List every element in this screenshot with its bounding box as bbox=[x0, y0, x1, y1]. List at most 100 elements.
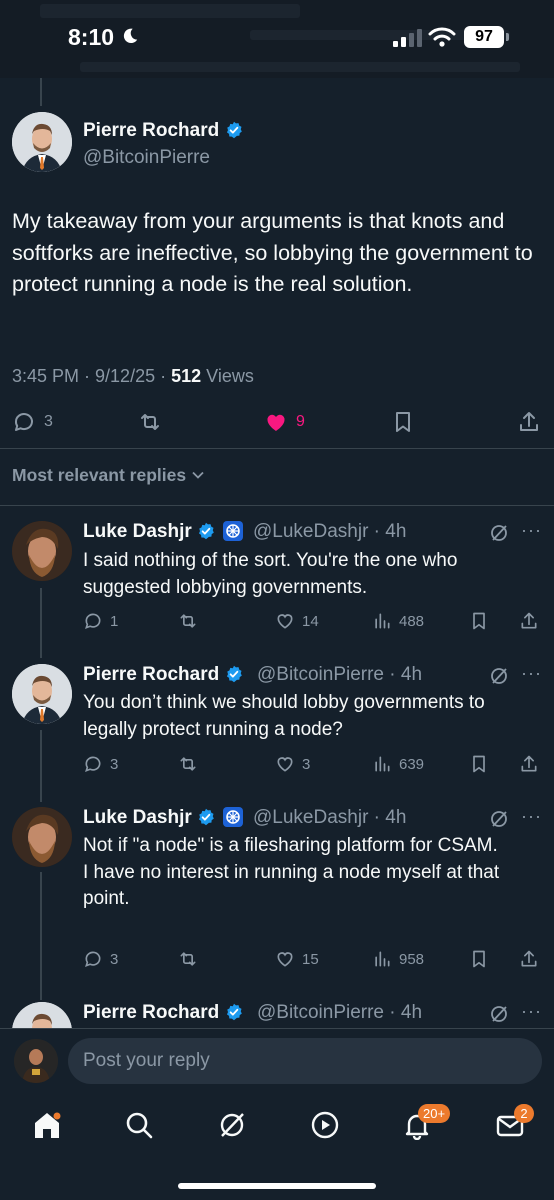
reply-count: 3 bbox=[110, 950, 119, 968]
reply-author-handle[interactable]: @BitcoinPierre · 4h bbox=[257, 1002, 422, 1024]
share-button[interactable] bbox=[519, 754, 539, 774]
reply-author-name-text: Pierre Rochard bbox=[83, 664, 220, 685]
reply-composer: Post your reply bbox=[0, 1028, 554, 1092]
affiliate-badge-icon[interactable] bbox=[223, 807, 244, 827]
thread-connector bbox=[40, 588, 42, 658]
bookmark-icon bbox=[396, 412, 410, 432]
affiliate-badge-icon[interactable] bbox=[223, 521, 244, 541]
more-options-icon[interactable]: ··· bbox=[521, 1001, 542, 1022]
like-button[interactable]: 9 bbox=[264, 410, 305, 434]
repost-button[interactable] bbox=[178, 754, 198, 774]
reply-count: 1 bbox=[110, 612, 119, 630]
more-options-icon[interactable]: ··· bbox=[521, 806, 542, 827]
status-time: 8:10 bbox=[68, 24, 115, 50]
home-icon[interactable] bbox=[32, 1110, 62, 1140]
reply-author-handle[interactable]: @LukeDashjr · 4h bbox=[253, 521, 406, 543]
author-handle[interactable]: @BitcoinPierre bbox=[83, 147, 210, 169]
thread-connector bbox=[40, 78, 42, 106]
like-count: 14 bbox=[302, 612, 319, 630]
like-count: 3 bbox=[302, 755, 311, 773]
tweet-text: My takeaway from your arguments is that … bbox=[12, 209, 533, 296]
like-button[interactable]: 15 bbox=[275, 949, 319, 969]
reply-author-handle[interactable]: @LukeDashjr · 4h bbox=[253, 807, 406, 829]
share-icon bbox=[520, 412, 538, 431]
share-icon bbox=[521, 612, 537, 629]
reply-text: Not if "a node" is a filesharing platfor… bbox=[83, 833, 538, 913]
like-button[interactable]: 3 bbox=[275, 754, 310, 774]
repost-icon bbox=[141, 414, 159, 430]
reply-icon bbox=[85, 756, 101, 773]
video-icon[interactable] bbox=[310, 1110, 340, 1140]
grok-icon[interactable] bbox=[489, 523, 509, 543]
chevron-down-icon bbox=[192, 471, 204, 479]
repost-icon bbox=[180, 757, 196, 771]
avatar[interactable] bbox=[12, 112, 72, 172]
repost-button[interactable] bbox=[178, 611, 198, 631]
share-icon bbox=[521, 755, 537, 772]
views-button[interactable]: 958 bbox=[372, 949, 424, 969]
verified-badge-icon bbox=[198, 522, 214, 540]
reply-author-name[interactable]: Pierre Rochard bbox=[83, 664, 243, 686]
reply-author-name[interactable]: Pierre Rochard bbox=[83, 1002, 243, 1024]
grok-icon[interactable] bbox=[489, 809, 509, 829]
search-icon[interactable] bbox=[124, 1110, 154, 1140]
avatar[interactable] bbox=[12, 807, 72, 867]
reply-count: 3 bbox=[44, 413, 53, 430]
share-button[interactable] bbox=[517, 410, 541, 434]
more-options-icon[interactable]: ··· bbox=[521, 520, 542, 541]
more-options-icon[interactable]: ··· bbox=[521, 663, 542, 684]
verified-badge-icon bbox=[226, 665, 242, 683]
reply-button[interactable]: 3 bbox=[12, 410, 53, 434]
share-button[interactable] bbox=[519, 949, 539, 969]
my-avatar[interactable] bbox=[14, 1039, 58, 1083]
verified-badge-icon bbox=[226, 121, 242, 139]
grok-icon[interactable] bbox=[489, 1004, 509, 1024]
avatar[interactable] bbox=[12, 521, 72, 581]
divider bbox=[0, 505, 554, 506]
grok-icon[interactable] bbox=[489, 666, 509, 686]
bookmark-button[interactable] bbox=[391, 410, 415, 434]
like-count: 15 bbox=[302, 950, 319, 968]
reply-author-name-text: Pierre Rochard bbox=[83, 1002, 220, 1023]
views-button[interactable]: 639 bbox=[372, 754, 424, 774]
moon-icon bbox=[123, 28, 138, 44]
share-button[interactable] bbox=[519, 611, 539, 631]
bookmark-button[interactable] bbox=[469, 611, 489, 631]
battery-tip bbox=[506, 33, 509, 41]
reply-input[interactable]: Post your reply bbox=[68, 1038, 542, 1084]
repost-button[interactable] bbox=[178, 949, 198, 969]
bookmark-icon bbox=[473, 950, 485, 968]
thread-connector bbox=[40, 872, 42, 1000]
reply-count: 3 bbox=[110, 755, 119, 773]
reply-author-handle[interactable]: @BitcoinPierre · 4h bbox=[257, 664, 422, 686]
wifi-icon bbox=[428, 27, 456, 47]
repost-icon bbox=[180, 614, 196, 628]
bookmark-button[interactable] bbox=[469, 949, 489, 969]
avatar[interactable] bbox=[12, 664, 72, 724]
repost-button[interactable] bbox=[138, 410, 162, 434]
heart-icon bbox=[277, 757, 293, 772]
reply-sort-dropdown[interactable]: Most relevant replies bbox=[12, 465, 205, 486]
messages-badge: 2 bbox=[514, 1104, 534, 1123]
signal-icon bbox=[393, 29, 422, 47]
reply-icon bbox=[85, 951, 101, 968]
reply-button[interactable]: 3 bbox=[83, 754, 118, 774]
views-count[interactable]: 512 bbox=[171, 366, 201, 386]
reply-text-line: I have no interest in running a node mys… bbox=[83, 861, 500, 910]
views-button[interactable]: 488 bbox=[372, 611, 424, 631]
reply-button[interactable]: 1 bbox=[83, 611, 118, 631]
reply-text-line: Not if "a node" is a filesharing platfor… bbox=[83, 835, 498, 856]
analytics-icon bbox=[375, 756, 390, 772]
grok-icon[interactable] bbox=[217, 1110, 247, 1140]
reply-author-name[interactable]: Luke Dashjr bbox=[83, 521, 244, 543]
bookmark-button[interactable] bbox=[469, 754, 489, 774]
home-indicator bbox=[178, 1183, 376, 1189]
reply-button[interactable]: 3 bbox=[83, 949, 118, 969]
reply-text: You don’t think we should lobby governme… bbox=[83, 692, 485, 740]
analytics-icon bbox=[375, 613, 390, 629]
like-button[interactable]: 14 bbox=[275, 611, 319, 631]
view-count: 958 bbox=[399, 950, 425, 968]
author-name[interactable]: Pierre Rochard bbox=[83, 120, 243, 142]
reply-author-name[interactable]: Luke Dashjr bbox=[83, 807, 244, 829]
reply-sort-label: Most relevant replies bbox=[12, 465, 187, 485]
